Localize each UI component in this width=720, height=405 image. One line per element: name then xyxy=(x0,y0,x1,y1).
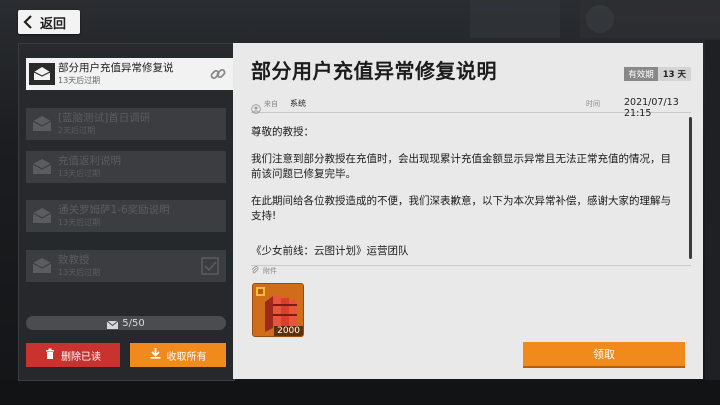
collect-all-button[interactable]: 收取所有 xyxy=(130,343,226,367)
back-button-label: 返回 xyxy=(40,16,67,32)
validity-label: 有效期 xyxy=(624,67,658,81)
mail-item-title: 致教授 xyxy=(58,254,90,266)
mail-item-expire: 2天后过期 xyxy=(58,126,96,135)
trash-icon xyxy=(45,348,55,362)
delete-read-label: 删除已读 xyxy=(61,351,101,363)
attachment-header: 附件 xyxy=(251,266,277,276)
from-label: 来自 xyxy=(264,100,278,108)
mail-item-title: 通关罗姆萨1-6奖励说明 xyxy=(58,204,170,216)
envelope-icon xyxy=(26,250,58,282)
link-icon xyxy=(208,64,228,88)
from-value: 系统 xyxy=(290,99,306,108)
mail-body: 尊敬的教授： 我们注意到部分教授在充值时，会出现现累计充值金额显示异常且无法正常… xyxy=(251,125,677,271)
attachment-item[interactable]: 2000 xyxy=(252,283,304,337)
envelope-icon xyxy=(26,108,58,140)
mail-item-selected[interactable]: 部分用户充值异常修复说 13天后过期 xyxy=(26,58,240,90)
mail-item-title: 部分用户充值异常修复说 xyxy=(58,62,174,74)
mail-paragraph: 在此期间给各位教授造成的不便，我们深表歉意，以下为本次异常补偿，感谢大家的理解与… xyxy=(251,195,671,222)
validity-value: 13 天 xyxy=(657,67,691,81)
mail-item[interactable]: [蓝脑测试]首日调研 2天后过期 xyxy=(26,108,226,140)
mail-item-expire: 13天后过期 xyxy=(58,76,101,85)
delete-read-button[interactable]: 删除已读 xyxy=(26,343,120,367)
mail-detail-panel: 部分用户充值异常修复说明 有效期 13 天 来自 系统 时间 2021/07/1… xyxy=(233,43,703,379)
checkbox-icon xyxy=(200,256,220,280)
paperclip-icon xyxy=(251,266,259,276)
user-icon xyxy=(251,99,261,118)
envelope-icon xyxy=(26,200,58,232)
mail-greeting: 尊敬的教授： xyxy=(251,126,314,138)
mail-count-bar: 5/50 xyxy=(26,316,226,330)
collect-all-label: 收取所有 xyxy=(166,351,207,363)
time-label: 时间 xyxy=(586,100,600,108)
attachment-label: 附件 xyxy=(263,267,277,275)
time-value: 2021/07/13 21:15 xyxy=(624,97,679,119)
attachment-divider xyxy=(251,265,691,266)
mail-item-expire: 13天后过期 xyxy=(58,218,101,227)
back-arrow-icon xyxy=(18,10,38,34)
mail-title: 部分用户充值异常修复说明 xyxy=(251,59,497,83)
download-icon xyxy=(150,348,161,362)
mail-list-panel: 部分用户充值异常修复说 13天后过期 [蓝脑测试]首日调研 2天后过期 充值返利… xyxy=(18,43,240,381)
mail-signature: 《少女前线：云图计划》运营团队 xyxy=(251,245,409,257)
mail-meta: 来自 系统 时间 2021/07/13 21:15 xyxy=(251,97,691,119)
envelope-icon xyxy=(26,151,58,183)
mail-item[interactable]: 通关罗姆萨1-6奖励说明 13天后过期 xyxy=(26,200,226,232)
mail-item-title: [蓝脑测试]首日调研 xyxy=(58,112,151,124)
mail-item-expire: 13天后过期 xyxy=(58,268,101,277)
claim-button[interactable]: 领取 xyxy=(523,342,685,366)
mail-item[interactable]: 致教授 13天后过期 xyxy=(26,250,226,282)
mail-paragraph: 我们注意到部分教授在充值时，会出现现累计充值金额显示异常且无法正常充值的情况，目… xyxy=(251,153,671,180)
envelope-open-icon xyxy=(26,58,58,90)
mail-item-expire: 13天后过期 xyxy=(58,169,101,178)
mail-item-title: 充值返利说明 xyxy=(58,155,121,167)
mail-icon xyxy=(106,314,119,333)
validity-badge: 有效期 13 天 xyxy=(624,67,691,81)
attachment-quantity: 2000 xyxy=(274,326,303,336)
body-scrollbar[interactable] xyxy=(689,117,692,259)
mail-item[interactable]: 充值返利说明 13天后过期 xyxy=(26,151,226,183)
mail-count: 5/50 xyxy=(122,317,145,329)
back-button[interactable]: 返回 xyxy=(18,10,80,34)
